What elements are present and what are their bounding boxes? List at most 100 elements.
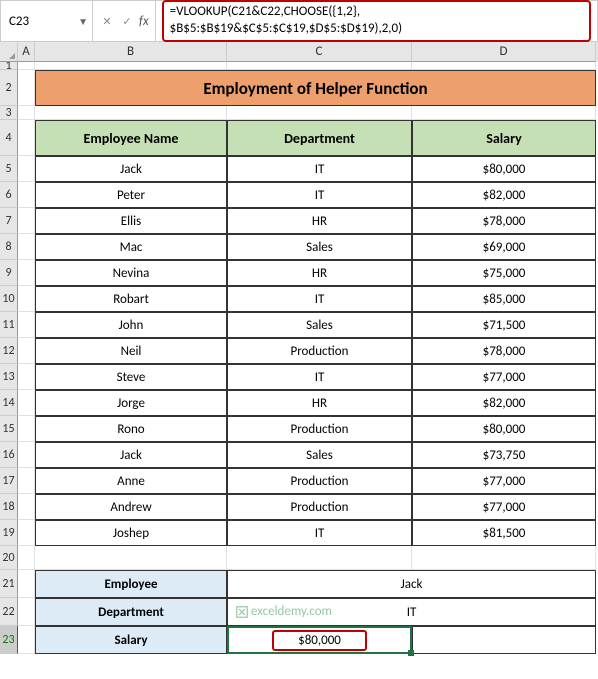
table-cell-salary[interactable]: $78,000 xyxy=(412,208,596,234)
table-cell-dept[interactable]: IT xyxy=(227,182,412,208)
row-header[interactable]: 4 xyxy=(0,120,18,156)
lookup-salary-label[interactable]: Salary xyxy=(35,626,227,654)
table-cell-name[interactable]: Jack xyxy=(35,156,227,182)
row-header[interactable]: 3 xyxy=(0,106,18,120)
header-employee[interactable]: Employee Name xyxy=(35,120,227,156)
table-cell-salary[interactable]: $71,500 xyxy=(412,312,596,338)
cell[interactable] xyxy=(18,260,35,286)
check-icon[interactable]: ✓ xyxy=(119,13,135,29)
cell[interactable] xyxy=(18,106,35,120)
table-cell-salary[interactable]: $80,000 xyxy=(412,416,596,442)
lookup-employee-label[interactable]: Employee xyxy=(35,570,227,598)
row-header[interactable]: 6 xyxy=(0,182,18,208)
row-header[interactable]: 12 xyxy=(0,338,18,364)
row-header[interactable]: 17 xyxy=(0,468,18,494)
table-cell-name[interactable]: Andrew xyxy=(35,494,227,520)
cell[interactable] xyxy=(18,468,35,494)
table-cell-name[interactable]: Steve xyxy=(35,364,227,390)
row-header[interactable]: 11 xyxy=(0,312,18,338)
table-cell-name[interactable]: Ellis xyxy=(35,208,227,234)
table-cell-dept[interactable]: Production xyxy=(227,494,412,520)
cell[interactable] xyxy=(18,70,35,106)
table-cell-name[interactable]: Neil xyxy=(35,338,227,364)
table-cell-dept[interactable]: Sales xyxy=(227,234,412,260)
table-cell-name[interactable]: Rono xyxy=(35,416,227,442)
row-header[interactable]: 21 xyxy=(0,570,18,598)
table-cell-name[interactable]: John xyxy=(35,312,227,338)
cell[interactable] xyxy=(18,120,35,156)
row-header[interactable]: 13 xyxy=(0,364,18,390)
cell[interactable] xyxy=(18,182,35,208)
table-cell-name[interactable]: Nevina xyxy=(35,260,227,286)
table-cell-dept[interactable]: Sales xyxy=(227,312,412,338)
row-header[interactable]: 14 xyxy=(0,390,18,416)
table-cell-dept[interactable]: HR xyxy=(227,390,412,416)
table-cell-dept[interactable]: Sales xyxy=(227,442,412,468)
col-header-a[interactable]: A xyxy=(18,42,35,62)
cell[interactable] xyxy=(18,598,35,626)
table-cell-salary[interactable]: $85,000 xyxy=(412,286,596,312)
table-cell-salary[interactable]: $69,000 xyxy=(412,234,596,260)
table-cell-name[interactable]: Robart xyxy=(35,286,227,312)
row-header[interactable]: 1 xyxy=(0,62,18,70)
cell[interactable] xyxy=(18,208,35,234)
cell[interactable] xyxy=(18,546,35,570)
table-cell-dept[interactable]: Production xyxy=(227,416,412,442)
cell[interactable] xyxy=(18,416,35,442)
title-cell[interactable]: Employment of Helper Function xyxy=(35,70,596,106)
table-cell-name[interactable]: Mac xyxy=(35,234,227,260)
col-header-b[interactable]: B xyxy=(35,42,227,62)
table-cell-salary[interactable]: $77,000 xyxy=(412,494,596,520)
row-header[interactable]: 20 xyxy=(0,546,18,570)
lookup-department-value[interactable]: IT xyxy=(227,598,596,626)
table-cell-dept[interactable]: IT xyxy=(227,286,412,312)
table-cell-name[interactable]: Peter xyxy=(35,182,227,208)
table-cell-name[interactable]: Joshep xyxy=(35,520,227,546)
cell[interactable] xyxy=(18,62,35,70)
table-cell-salary[interactable]: $77,000 xyxy=(412,468,596,494)
table-cell-salary[interactable]: $73,750 xyxy=(412,442,596,468)
cell[interactable] xyxy=(18,338,35,364)
cancel-icon[interactable]: ✕ xyxy=(99,13,115,29)
row-header[interactable]: 2 xyxy=(0,70,18,106)
col-header-d[interactable]: D xyxy=(412,42,596,62)
header-department[interactable]: Department xyxy=(227,120,412,156)
cell[interactable] xyxy=(18,520,35,546)
cell[interactable] xyxy=(18,442,35,468)
lookup-salary-value[interactable]: $80,000 xyxy=(227,626,412,654)
fill-handle[interactable] xyxy=(408,650,414,656)
table-cell-salary[interactable]: $80,000 xyxy=(412,156,596,182)
table-cell-dept[interactable]: IT xyxy=(227,156,412,182)
cell[interactable] xyxy=(227,106,412,120)
fx-icon[interactable]: fx xyxy=(139,14,149,29)
table-cell-salary[interactable]: $82,000 xyxy=(412,182,596,208)
cell[interactable] xyxy=(35,546,227,570)
lookup-employee-value[interactable]: Jack xyxy=(227,570,596,598)
cell[interactable] xyxy=(412,62,596,70)
table-cell-dept[interactable]: Production xyxy=(227,468,412,494)
row-header[interactable]: 8 xyxy=(0,234,18,260)
cell[interactable] xyxy=(227,62,412,70)
row-header[interactable]: 10 xyxy=(0,286,18,312)
cell[interactable] xyxy=(18,364,35,390)
row-header[interactable]: 15 xyxy=(0,416,18,442)
table-cell-name[interactable]: Anne xyxy=(35,468,227,494)
table-cell-salary[interactable]: $75,000 xyxy=(412,260,596,286)
cell[interactable] xyxy=(18,286,35,312)
row-header[interactable]: 9 xyxy=(0,260,18,286)
cell[interactable] xyxy=(412,546,596,570)
cell[interactable] xyxy=(412,626,596,654)
col-header-c[interactable]: C xyxy=(227,42,412,62)
cell[interactable] xyxy=(18,626,35,654)
row-header[interactable]: 7 xyxy=(0,208,18,234)
cell[interactable] xyxy=(227,546,412,570)
row-header[interactable]: 22 xyxy=(0,598,18,626)
cell[interactable] xyxy=(35,106,227,120)
row-header[interactable]: 18 xyxy=(0,494,18,520)
table-cell-dept[interactable]: IT xyxy=(227,364,412,390)
chevron-down-icon[interactable]: ▼ xyxy=(78,15,88,28)
table-cell-salary[interactable]: $82,000 xyxy=(412,390,596,416)
table-cell-dept[interactable]: IT xyxy=(227,520,412,546)
table-cell-dept[interactable]: HR xyxy=(227,208,412,234)
table-cell-dept[interactable]: Production xyxy=(227,338,412,364)
